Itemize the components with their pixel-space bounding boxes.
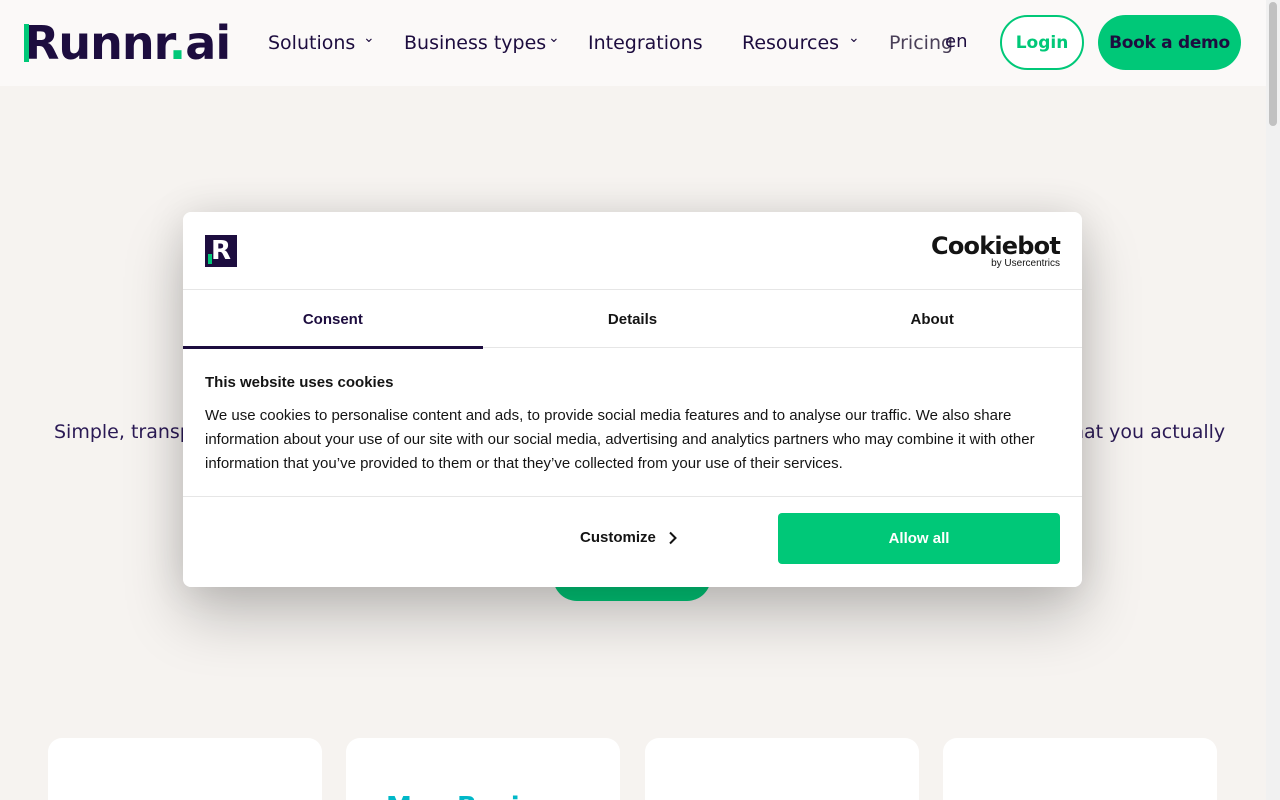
scrollbar-thumb[interactable] bbox=[1269, 2, 1277, 126]
logo-main: Runnr bbox=[24, 16, 170, 70]
book-demo-button[interactable]: Book a demo bbox=[1098, 15, 1241, 70]
nav-solutions[interactable]: Solutions bbox=[268, 32, 355, 54]
chevron-down-icon[interactable]: ⌄ bbox=[848, 30, 860, 46]
dialog-description: We use cookies to personalise content an… bbox=[205, 407, 1035, 472]
dialog-title: This website uses cookies bbox=[205, 374, 394, 391]
logo-suffix: ai bbox=[185, 16, 231, 70]
nav-integrations[interactable]: Integrations bbox=[588, 32, 703, 54]
dialog-footer: Customize Allow all bbox=[183, 496, 1082, 587]
site-header: Runnr.ai Solutions ⌄ Business types ⌄ In… bbox=[0, 0, 1266, 86]
brand-mark-letter: R bbox=[210, 236, 232, 266]
logo-dot: . bbox=[168, 16, 187, 70]
tab-about[interactable]: About bbox=[782, 290, 1082, 348]
tab-details[interactable]: Details bbox=[483, 290, 783, 348]
chevron-right-icon bbox=[669, 531, 677, 544]
page-scrollbar[interactable] bbox=[1266, 0, 1280, 800]
allow-all-button[interactable]: Allow all bbox=[778, 513, 1060, 564]
cookiebot-name: Cookiebot bbox=[931, 232, 1061, 260]
cookie-consent-dialog: R Cookiebot by Usercentrics Consent Deta… bbox=[183, 212, 1082, 587]
tab-consent[interactable]: Consent bbox=[183, 290, 483, 349]
hero-subtitle-left: Simple, transpa bbox=[54, 421, 204, 443]
cookiebot-logo[interactable]: Cookiebot by Usercentrics bbox=[931, 232, 1061, 270]
hero-subtitle-right: hat you actually bbox=[1072, 421, 1226, 443]
chevron-down-icon[interactable]: ⌄ bbox=[363, 30, 375, 46]
dialog-body: This website uses cookies We use cookies… bbox=[205, 374, 1060, 476]
site-brand-icon: R bbox=[205, 235, 237, 267]
login-button[interactable]: Login bbox=[1000, 15, 1084, 70]
language-selector[interactable]: en bbox=[945, 31, 967, 52]
logo-accent-bar bbox=[24, 24, 29, 62]
nav-business-types[interactable]: Business types bbox=[404, 32, 546, 54]
brand-mark-accent bbox=[208, 254, 212, 264]
feature-card bbox=[346, 738, 620, 800]
dialog-tabs: Consent Details About bbox=[183, 290, 1082, 349]
feature-card bbox=[48, 738, 322, 800]
nav-pricing[interactable]: Pricing bbox=[889, 32, 953, 54]
customize-button[interactable]: Customize bbox=[580, 529, 678, 546]
nav-resources[interactable]: Resources bbox=[742, 32, 839, 54]
customize-label: Customize bbox=[580, 529, 656, 546]
feature-card bbox=[645, 738, 919, 800]
site-logo[interactable]: Runnr.ai bbox=[24, 16, 231, 70]
dialog-header: R Cookiebot by Usercentrics bbox=[183, 212, 1082, 290]
card-logo-partial: Man Busi bbox=[386, 792, 520, 800]
feature-card bbox=[943, 738, 1217, 800]
chevron-down-icon[interactable]: ⌄ bbox=[548, 30, 560, 46]
